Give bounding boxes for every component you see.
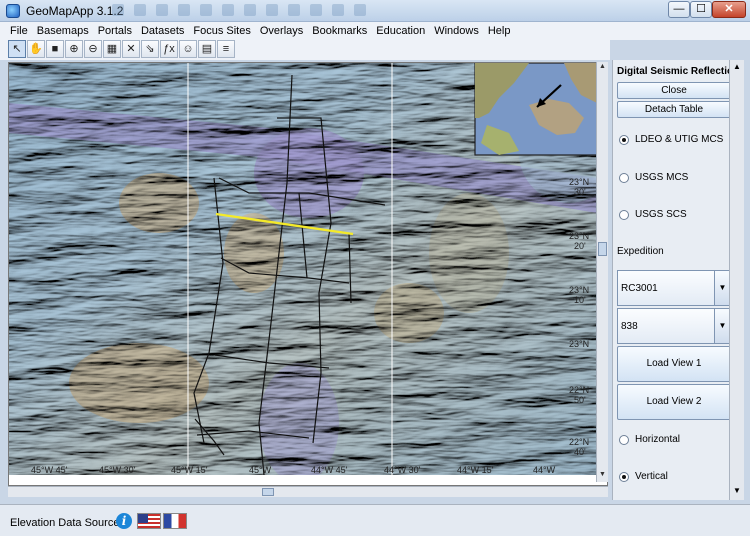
- seismic-panel: Digital Seismic Reflectio... Close Detac…: [612, 60, 744, 500]
- map-view[interactable]: 23°N 30' 23°N 20' 23°N 10' 23°N 22°N 50'…: [8, 62, 608, 486]
- radio-icon[interactable]: [619, 209, 629, 220]
- scroll-up-icon[interactable]: ▲: [732, 62, 742, 72]
- menu-datasets[interactable]: Datasets: [137, 22, 189, 40]
- lon-label: 45°W 15': [171, 465, 208, 475]
- scroll-down-icon[interactable]: ▼: [732, 486, 742, 496]
- line-select[interactable]: 838 ▼: [617, 308, 731, 344]
- lon-label: 44°W 30': [384, 465, 421, 475]
- layers-icon[interactable]: ☺: [179, 40, 197, 58]
- radio-icon[interactable]: [619, 172, 629, 183]
- save-icon[interactable]: ■: [46, 40, 64, 58]
- lat-label-min: 30': [574, 187, 586, 197]
- source-option-ldeo[interactable]: LDEO & UTIG MCS: [619, 134, 723, 145]
- panel-title: Digital Seismic Reflectio...: [617, 66, 742, 77]
- france-flag-icon[interactable]: [163, 513, 187, 529]
- menu-help[interactable]: Help: [484, 22, 516, 40]
- load-view-1-button[interactable]: Load View 1: [617, 346, 731, 382]
- list-icon[interactable]: ≡: [217, 40, 235, 58]
- orientation-vertical[interactable]: Vertical: [619, 471, 668, 482]
- zoom-in-icon[interactable]: ⊕: [65, 40, 83, 58]
- lat-label: 22°N: [569, 437, 589, 447]
- maximize-button[interactable]: ☐: [690, 1, 712, 18]
- us-flag-icon[interactable]: [137, 513, 161, 529]
- status-bar: Elevation Data Sources i: [0, 504, 750, 536]
- source-label: LDEO & UTIG MCS: [635, 134, 724, 145]
- select-arrow-icon[interactable]: ↖: [8, 40, 26, 58]
- lat-label-min: 40': [574, 447, 586, 457]
- source-label: USGS MCS: [635, 172, 689, 183]
- map-vertical-scrollbar[interactable]: ▲ ▼: [596, 62, 608, 482]
- lat-label: 23°N: [569, 177, 589, 187]
- window-title: GeoMapApp 3.1.2: [26, 4, 124, 18]
- radio-icon[interactable]: [619, 434, 629, 445]
- titlebar-ghost-icons: [112, 4, 366, 16]
- pan-hand-icon[interactable]: ✋: [27, 40, 45, 58]
- lat-label: 23°N: [569, 231, 589, 241]
- inset-locator-map: [474, 63, 597, 156]
- lon-label: 45°W: [249, 465, 272, 475]
- title-bar: GeoMapApp 3.1.2 — ☐ ✕: [0, 0, 750, 22]
- expedition-select[interactable]: RC3001 ▼: [617, 270, 731, 306]
- expedition-value: RC3001: [621, 283, 658, 294]
- menu-file[interactable]: File: [6, 22, 33, 40]
- minimize-button[interactable]: —: [668, 1, 690, 18]
- lat-label-min: 10': [574, 295, 586, 305]
- lat-label: 22°N: [569, 385, 589, 395]
- lon-label: 45°W 30': [99, 465, 136, 475]
- map-horizontal-scrollbar[interactable]: [8, 486, 608, 497]
- close-panel-button[interactable]: Close: [617, 82, 731, 99]
- lon-label: 44°W 45': [311, 465, 348, 475]
- menu-education[interactable]: Education: [372, 22, 430, 40]
- orientation-horizontal[interactable]: Horizontal: [619, 434, 680, 445]
- menu-bar: File Basemaps Portals Datasets Focus Sit…: [0, 22, 750, 40]
- expedition-label: Expedition: [617, 246, 664, 257]
- menu-windows[interactable]: Windows: [430, 22, 484, 40]
- profile-icon[interactable]: ⇘: [141, 40, 159, 58]
- lon-label: 44°W: [533, 465, 556, 475]
- lat-label: 23°N: [569, 339, 589, 349]
- source-option-usgs-scs[interactable]: USGS SCS: [619, 209, 687, 220]
- map-toolbar: ↖ ✋ ■ ⊕ ⊖ ▦ ✕ ⇘ ƒx ☺ ▤ ≡: [0, 40, 610, 60]
- info-icon[interactable]: i: [116, 513, 132, 529]
- orientation-label: Horizontal: [635, 434, 681, 445]
- panel-scrollbar[interactable]: ▲ ▼: [729, 60, 744, 500]
- scroll-down-icon[interactable]: ▼: [598, 470, 607, 480]
- chevron-down-icon[interactable]: ▼: [714, 271, 730, 305]
- lat-label: 23°N: [569, 285, 589, 295]
- source-option-usgs-mcs[interactable]: USGS MCS: [619, 172, 688, 183]
- scroll-up-icon[interactable]: ▲: [598, 62, 607, 72]
- table-icon[interactable]: ▤: [198, 40, 216, 58]
- lat-label-min: 20': [574, 241, 586, 251]
- vertical-scroll-thumb[interactable]: [598, 242, 607, 256]
- line-value: 838: [621, 321, 638, 332]
- menu-basemaps[interactable]: Basemaps: [33, 22, 94, 40]
- function-icon[interactable]: ƒx: [160, 40, 178, 58]
- close-window-button[interactable]: ✕: [712, 1, 746, 18]
- menu-bookmarks[interactable]: Bookmarks: [308, 22, 372, 40]
- grid-lines-icon[interactable]: ▦: [103, 40, 121, 58]
- radio-selected-icon[interactable]: [619, 134, 629, 145]
- horizontal-scroll-thumb[interactable]: [262, 488, 274, 496]
- scale-icon[interactable]: ✕: [122, 40, 140, 58]
- orientation-label: Vertical: [635, 471, 668, 482]
- menu-overlays[interactable]: Overlays: [256, 22, 308, 40]
- lat-label-min: 50': [574, 395, 586, 405]
- zoom-out-icon[interactable]: ⊖: [84, 40, 102, 58]
- radio-selected-icon[interactable]: [619, 471, 629, 482]
- lon-label: 45°W 45': [31, 465, 68, 475]
- app-globe-icon: [6, 4, 20, 18]
- lon-label: 44°W 15': [457, 465, 494, 475]
- menu-focus-sites[interactable]: Focus Sites: [189, 22, 255, 40]
- chevron-down-icon[interactable]: ▼: [714, 309, 730, 343]
- elevation-sources-label: Elevation Data Sources: [10, 517, 125, 529]
- load-view-2-button[interactable]: Load View 2: [617, 384, 731, 420]
- menu-portals[interactable]: Portals: [94, 22, 137, 40]
- bathymetry-map[interactable]: 23°N 30' 23°N 20' 23°N 10' 23°N 22°N 50'…: [9, 63, 597, 475]
- detach-table-button[interactable]: Detach Table: [617, 101, 731, 118]
- source-label: USGS SCS: [635, 209, 687, 220]
